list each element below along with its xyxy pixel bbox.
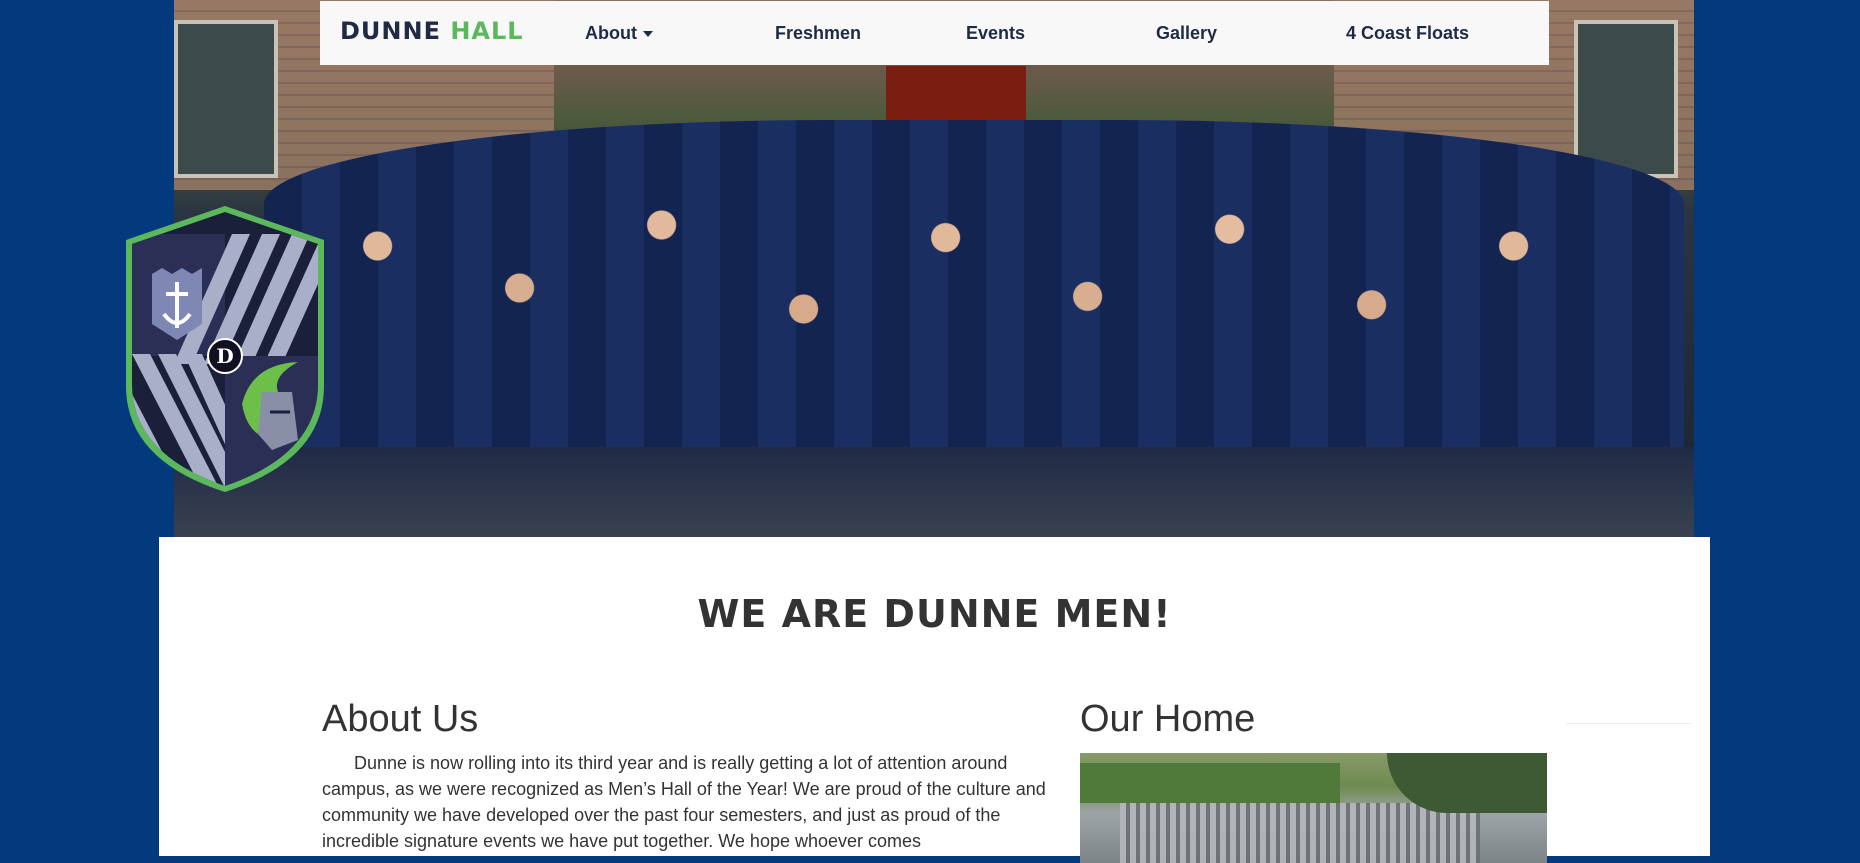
nav-freshmen[interactable]: Freshmen [775,23,861,44]
nav-gallery[interactable]: Gallery [1156,23,1217,44]
window-left [174,20,278,178]
nav-4-coast-floats[interactable]: 4 Coast Floats [1346,23,1469,44]
dunne-crest-icon: D [126,206,324,492]
parking-lot [1120,803,1480,863]
nav-about[interactable]: About [585,23,653,44]
top-navbar: DUNNE HALL About Freshmen Events Gallery… [320,1,1549,65]
nav-events[interactable]: Events [966,23,1025,44]
window-right [1574,20,1678,178]
our-home-aerial-photo [1080,753,1547,863]
caret-down-icon [642,31,653,38]
brand-logo[interactable]: DUNNE HALL [340,17,524,45]
page-headline: WE ARE DUNNE MEN! [697,592,1172,636]
our-home-heading: Our Home [1080,698,1256,740]
ground [174,447,1694,537]
brand-hall: HALL [450,17,524,45]
sidebar-divider [1566,723,1691,724]
crest-letter: D [216,344,233,368]
hero-photo [174,0,1694,537]
about-us-heading: About Us [322,698,479,740]
athletic-field [1080,763,1340,803]
nav-about-label: About [585,23,637,43]
about-us-text: Dunne is now rolling into its third year… [322,753,1046,851]
main-content: WE ARE DUNNE MEN! About Us Dunne is now … [159,537,1710,863]
brand-dunne: DUNNE [340,17,441,45]
